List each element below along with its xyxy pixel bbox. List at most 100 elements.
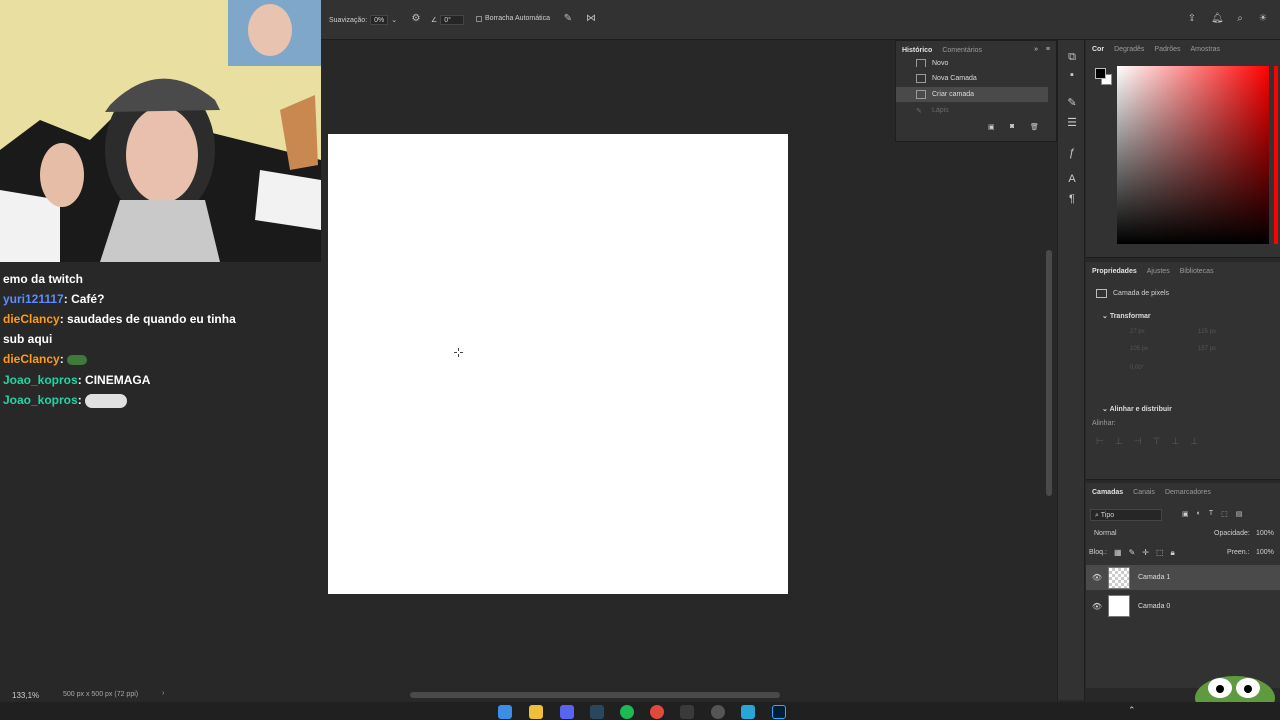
transform-section[interactable]: ⌄ Transformar — [1102, 312, 1151, 320]
bell-icon[interactable]: 🔔︎ — [1211, 13, 1224, 25]
symmetry-icon[interactable]: ⋈ — [585, 13, 597, 25]
chrome-icon[interactable] — [650, 705, 664, 719]
edge-icon[interactable] — [741, 705, 755, 719]
eye-icon[interactable]: 👁︎ — [1086, 573, 1108, 582]
photoshop-icon[interactable] — [772, 705, 786, 719]
character-icon[interactable]: A — [1065, 172, 1079, 186]
color-picker-field[interactable] — [1117, 66, 1269, 244]
collapse-icon[interactable]: » — [1034, 46, 1038, 53]
foreground-color-swatch[interactable] — [1095, 68, 1106, 79]
tab-patterns[interactable]: Padrões — [1154, 46, 1180, 53]
zoom-level[interactable]: 133,1% — [12, 691, 39, 700]
spotify-icon[interactable] — [620, 705, 634, 719]
brush-icon[interactable]: ✎ — [1065, 96, 1079, 110]
paragraph-icon[interactable]: ¶ — [1065, 192, 1079, 206]
layer-row-camada-0[interactable]: 👁︎ Camada 0 — [1086, 593, 1280, 619]
trash-icon[interactable]: 🗑︎ — [1030, 123, 1039, 131]
discord-icon[interactable] — [560, 705, 574, 719]
align-bottom-icon[interactable]: ⊥ — [1190, 436, 1198, 447]
chevron-up-icon[interactable]: ⌃ — [1128, 705, 1136, 716]
lock-position-icon[interactable]: ✛ — [1142, 548, 1149, 558]
history-icon[interactable]: ⧉ — [1065, 50, 1079, 64]
terminal-icon[interactable] — [680, 705, 694, 719]
history-item[interactable]: ✎ Lápis — [896, 103, 1048, 118]
auto-erase-checkbox[interactable] — [476, 15, 482, 22]
adjustments-icon[interactable]: ☰ — [1065, 116, 1079, 130]
lock-pixels-icon[interactable]: ✎ — [1129, 548, 1136, 558]
start-icon[interactable] — [498, 705, 512, 719]
chevron-down-icon[interactable]: ⌄ — [391, 16, 397, 24]
tab-color[interactable]: Cor — [1092, 46, 1104, 53]
layer-row-camada-1[interactable]: 👁︎ Camada 1 — [1086, 565, 1280, 590]
lock-all-icon[interactable]: 🔒︎ — [1171, 548, 1175, 558]
image-filter-icon[interactable]: ▣ — [1182, 510, 1189, 518]
type-filter-icon[interactable]: T — [1209, 510, 1213, 518]
fill-value[interactable]: 100% — [1256, 549, 1274, 556]
opacity-label: Opacidade: — [1214, 530, 1250, 537]
layer-filter-dropdown[interactable]: ⌕ Tipo — [1090, 509, 1162, 521]
vertical-scrollbar[interactable] — [1046, 250, 1052, 496]
file-explorer-icon[interactable] — [529, 705, 543, 719]
history-item[interactable]: Nova Camada — [896, 71, 1048, 86]
x-field[interactable]: 125 px — [1198, 329, 1216, 335]
chat-username[interactable]: yuri121117 — [3, 292, 64, 306]
obs-icon[interactable] — [711, 705, 725, 719]
chat-username[interactable]: Joao_kopros — [3, 373, 78, 387]
tab-properties[interactable]: Propriedades — [1092, 268, 1137, 275]
history-item-selected[interactable]: Criar camada — [896, 87, 1048, 102]
shape-filter-icon[interactable]: ⬚ — [1221, 510, 1228, 518]
gear-icon[interactable]: ⚙ — [410, 13, 422, 25]
camera-icon[interactable]: ◙ — [1010, 123, 1014, 130]
auto-erase-toggle[interactable]: Borracha Automática — [476, 15, 550, 22]
opacity-value[interactable]: 100% — [1256, 530, 1274, 537]
fx-icon[interactable]: ƒ — [1065, 146, 1079, 160]
chat-username[interactable]: dieClancy — [3, 312, 60, 326]
pressure-icon[interactable]: ✎ — [562, 13, 574, 25]
align-center-icon[interactable]: ⊥ — [1115, 436, 1123, 447]
smoothing-control[interactable]: Suavização: 0% ⌄ — [329, 15, 397, 25]
blend-mode-dropdown[interactable]: Normal — [1090, 528, 1208, 540]
lock-artboard-icon[interactable]: ⬚ — [1156, 548, 1164, 558]
smart-object-filter-icon[interactable]: ▤ — [1236, 510, 1243, 518]
adjustment-filter-icon[interactable]: ◐ — [1197, 510, 1201, 518]
tab-gradients[interactable]: Degradês — [1114, 46, 1144, 53]
tab-layers[interactable]: Camadas — [1092, 489, 1123, 496]
width-field[interactable]: 27 px — [1130, 329, 1145, 335]
share-icon[interactable]: ⇪ — [1186, 13, 1198, 25]
steam-icon[interactable] — [590, 705, 604, 719]
document-canvas[interactable] — [328, 134, 788, 594]
panel-menu-icon[interactable]: ≡ — [1046, 46, 1050, 53]
tab-comments[interactable]: Comentários — [942, 47, 982, 54]
tab-paths[interactable]: Demarcadores — [1165, 489, 1211, 496]
align-right-icon[interactable]: ⊣ — [1134, 436, 1142, 447]
tab-channels[interactable]: Canais — [1133, 489, 1155, 496]
new-document-icon[interactable]: ▣ — [988, 123, 995, 131]
bulb-icon[interactable]: ☀ — [1257, 13, 1269, 25]
tab-libraries[interactable]: Bibliotecas — [1180, 268, 1214, 275]
document-info[interactable]: 500 px x 500 px (72 ppi) — [63, 691, 138, 698]
align-left-icon[interactable]: ⊢ — [1096, 436, 1104, 447]
eye-icon[interactable]: 👁︎ — [1086, 602, 1108, 611]
angle-control[interactable]: ∠ 0° — [431, 15, 465, 25]
chat-username[interactable]: Joao_kopros — [3, 393, 78, 407]
horizontal-scrollbar[interactable] — [410, 692, 780, 698]
tab-adjustments[interactable]: Ajustes — [1147, 268, 1170, 275]
align-top-icon[interactable]: ⊤ — [1153, 436, 1161, 447]
angle-value[interactable]: 0° — [440, 15, 465, 25]
comment-icon[interactable]: ▪ — [1065, 68, 1079, 82]
transform-label: Transformar — [1109, 313, 1151, 320]
search-icon[interactable]: ⌕ — [1234, 13, 1246, 25]
align-section[interactable]: ⌄ Alinhar e distribuir — [1102, 405, 1172, 413]
smoothing-value[interactable]: 0% — [370, 15, 389, 25]
y-field[interactable]: 157 px — [1198, 346, 1216, 352]
tab-history[interactable]: Histórico — [902, 47, 932, 54]
chevron-right-icon[interactable]: › — [162, 690, 164, 697]
history-item[interactable]: Novo — [896, 59, 1048, 67]
angle-field[interactable]: 0,00° — [1130, 365, 1144, 371]
height-field[interactable]: 105 px — [1130, 346, 1148, 352]
chat-username[interactable]: dieClancy — [3, 352, 60, 366]
lock-transparency-icon[interactable]: ▦ — [1114, 548, 1122, 558]
tab-swatches[interactable]: Amostras — [1191, 46, 1221, 53]
hue-slider[interactable] — [1274, 66, 1278, 244]
align-middle-icon[interactable]: ⊥ — [1171, 436, 1179, 447]
